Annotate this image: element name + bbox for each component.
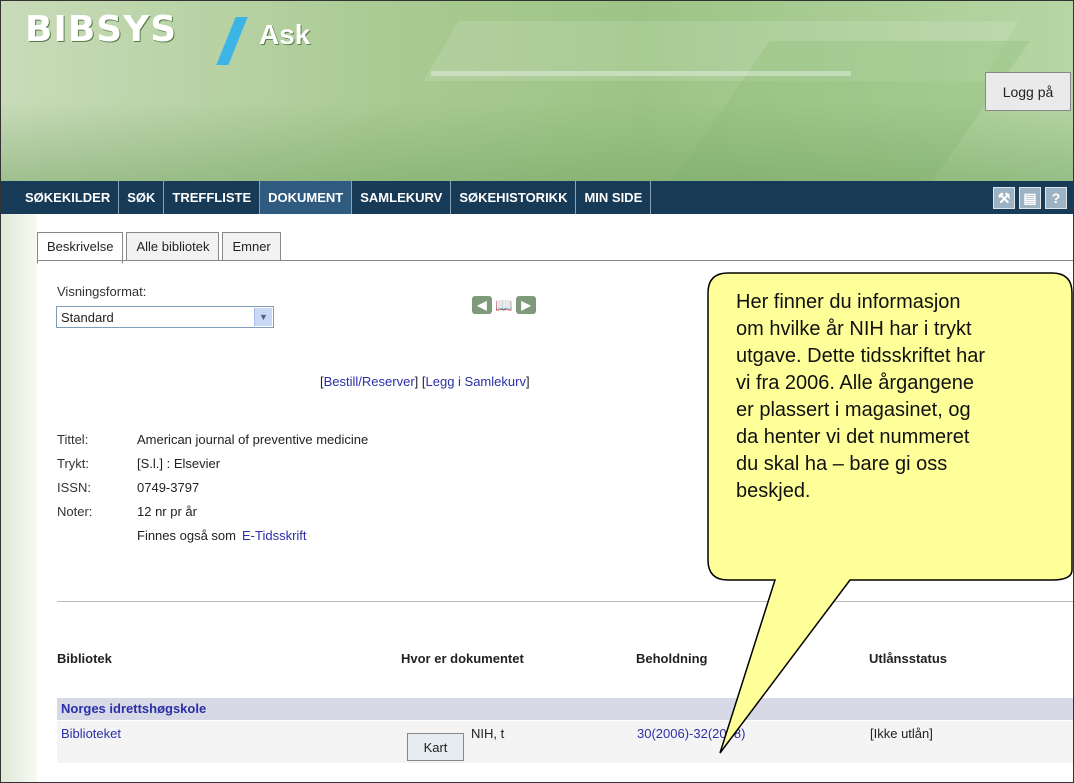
holding-link[interactable]: 30(2006)-32(2008) bbox=[637, 726, 745, 741]
col-header-library: Bibliotek bbox=[57, 651, 112, 666]
library-link[interactable]: Biblioteket bbox=[61, 726, 121, 741]
help-icon[interactable]: ? bbox=[1045, 187, 1067, 209]
document-tabs: Beskrivelse Alle bibliotek Emner bbox=[37, 232, 284, 264]
callout-line: utgave. Dette tidsskriftet har bbox=[736, 345, 986, 367]
printed-key: Trykt: bbox=[57, 456, 90, 471]
tools-icon[interactable]: ⚒ bbox=[993, 187, 1015, 209]
loan-status: [Ikke utlån] bbox=[870, 726, 933, 741]
record-actions: [Bestill/Reserver] [Legg i Samlekurv] bbox=[320, 374, 530, 389]
callout-line: du skal ha – bare gi oss bbox=[736, 453, 948, 475]
nav-sokekilder[interactable]: SØKEKILDER bbox=[17, 181, 120, 214]
bibsys-logo[interactable]: BIBSYS bbox=[25, 9, 177, 50]
nav-sok[interactable]: SØK bbox=[119, 181, 165, 214]
e-journal-link[interactable]: E-Tidsskrift bbox=[242, 528, 307, 552]
title-key: Tittel: bbox=[57, 432, 89, 447]
callout-line: er plassert i magasinet, og bbox=[736, 399, 971, 421]
nav-dokument[interactable]: DOKUMENT bbox=[260, 181, 353, 214]
record-navigation: ◀ 📖 ▶ bbox=[472, 296, 536, 314]
format-label: Visningsformat: bbox=[57, 284, 147, 299]
record-printed: [S.l.] : Elsevier bbox=[137, 456, 221, 471]
record-title: American journal of preventive medicine bbox=[137, 432, 369, 447]
issn-key: ISSN: bbox=[57, 480, 91, 495]
order-reserve-link[interactable]: Bestill/Reserver bbox=[324, 374, 415, 389]
institution-name[interactable]: Norges idrettshøgskole bbox=[61, 701, 206, 716]
add-to-basket-link[interactable]: Legg i Samlekurv bbox=[426, 374, 526, 389]
col-header-holding: Beholdning bbox=[636, 651, 708, 666]
institution-row bbox=[57, 698, 1073, 720]
callout-text: Her finner du informasjon om hvilke år N… bbox=[736, 289, 1066, 505]
login-button[interactable]: Logg på bbox=[985, 72, 1071, 111]
tab-alle-bibliotek[interactable]: Alle bibliotek bbox=[126, 232, 220, 260]
print-icon[interactable]: ▤ bbox=[1019, 187, 1041, 209]
nav-samlekurv[interactable]: SAMLEKURV bbox=[352, 181, 452, 214]
section-divider bbox=[57, 601, 1073, 602]
next-arrow-icon[interactable]: ▶ bbox=[516, 296, 536, 314]
col-header-location: Hvor er dokumentet bbox=[401, 651, 524, 666]
record-metadata: Tittel: American journal of preventive me… bbox=[57, 432, 368, 552]
main-nav: SØKEKILDER SØK TREFFLISTE DOKUMENT SAMLE… bbox=[1, 181, 1073, 214]
map-button[interactable]: Kart bbox=[407, 733, 464, 761]
also-as-text: Finnes også som bbox=[137, 528, 236, 543]
book-icon[interactable]: 📖 bbox=[494, 296, 514, 314]
previous-arrow-icon[interactable]: ◀ bbox=[472, 296, 492, 314]
nav-treffliste[interactable]: TREFFLISTE bbox=[164, 181, 261, 214]
callout-line: vi fra 2006. Alle årgangene bbox=[736, 372, 974, 394]
format-select[interactable]: Standard ▼ bbox=[56, 306, 274, 328]
logo-slash bbox=[216, 17, 248, 65]
col-header-status: Utlånsstatus bbox=[869, 651, 948, 666]
callout-line: Her finner du informasjon bbox=[736, 291, 961, 313]
nav-sokehistorikk[interactable]: SØKEHISTORIKK bbox=[451, 181, 577, 214]
callout-line: beskjed. bbox=[736, 480, 811, 502]
notes-key: Noter: bbox=[57, 504, 93, 519]
header-banner: BIBSYS Ask Logg på bbox=[1, 1, 1073, 181]
callout-line: om hvilke år NIH har i trykt bbox=[736, 318, 972, 340]
tab-emner[interactable]: Emner bbox=[222, 232, 281, 260]
format-selected: Standard bbox=[61, 310, 114, 325]
nav-min-side[interactable]: MIN SIDE bbox=[576, 181, 652, 214]
left-edge bbox=[1, 214, 37, 782]
record-issn: 0749-3797 bbox=[137, 480, 200, 495]
callout-line: da henter vi det nummeret bbox=[736, 426, 970, 448]
app-name: Ask bbox=[259, 19, 311, 50]
location-value: NIH, t bbox=[471, 726, 505, 741]
record-notes: 12 nr pr år bbox=[137, 504, 197, 519]
chevron-down-icon: ▼ bbox=[254, 308, 272, 326]
tab-divider bbox=[37, 260, 1073, 261]
